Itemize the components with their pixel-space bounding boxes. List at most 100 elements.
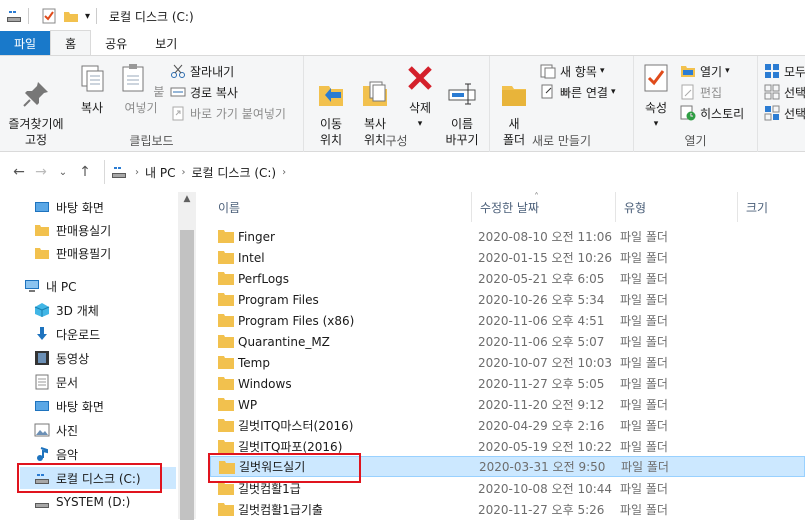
drive-icon (7, 11, 21, 22)
delete-icon (408, 66, 432, 90)
nav-item-folder[interactable]: 판매용필기 (34, 242, 111, 264)
music-icon (37, 447, 48, 461)
file-type: 파일 폴더 (620, 272, 668, 286)
easy-access-dropdown-icon: ▾ (610, 87, 616, 97)
edit-button[interactable]: 편집 (680, 83, 722, 101)
nav-item-folder[interactable]: 판매용실기 (34, 219, 111, 241)
breadcrumb-this-pc[interactable]: 내 PC (139, 164, 181, 181)
file-date: 2020-10-07 오전 10:03 (478, 356, 613, 370)
file-type: 파일 폴더 (620, 314, 668, 328)
scrollbar-thumb[interactable] (180, 230, 194, 520)
folder-icon (218, 335, 234, 348)
cut-button[interactable]: 잘라내기 (170, 62, 234, 80)
new-item-dropdown-icon: ▾ (599, 66, 605, 76)
nav-item-music[interactable]: 음악 (34, 443, 78, 465)
table-row[interactable]: Quarantine_MZ 2020-11-06 오후 5:07 파일 폴더 (210, 331, 805, 352)
table-row[interactable]: WP 2020-11-20 오전 9:12 파일 폴더 (210, 394, 805, 415)
recent-locations-icon[interactable]: ⌄ (52, 167, 74, 178)
easy-access-button[interactable]: 빠른 연결 ▾ (540, 83, 616, 101)
chevron-right-icon[interactable]: › (282, 167, 286, 178)
open-group-label: 열기 (684, 134, 707, 148)
nav-item-desktop[interactable]: 바탕 화면 (34, 395, 104, 417)
table-row[interactable]: Windows 2020-11-27 오후 5:05 파일 폴더 (210, 373, 805, 394)
nav-item-this-pc[interactable]: 내 PC (24, 275, 76, 297)
highlight-box (17, 463, 162, 493)
select-none-button[interactable]: 선택 (764, 83, 805, 101)
open-dropdown-icon: ▾ (725, 66, 730, 76)
new-item-button[interactable]: 새 항목 ▾ (540, 62, 604, 80)
breadcrumb-local-disk[interactable]: 로컬 디스크 (C:) (185, 164, 282, 181)
table-row[interactable]: Temp 2020-10-07 오전 10:03 파일 폴더 (210, 352, 805, 373)
table-row[interactable]: Intel 2020-01-15 오전 10:26 파일 폴더 (210, 247, 805, 268)
table-row[interactable]: PerfLogs 2020-05-21 오후 6:05 파일 폴더 (210, 268, 805, 289)
nav-item-videos[interactable]: 동영상 (34, 347, 89, 369)
folder-icon (218, 356, 234, 369)
paste-shortcut-icon (172, 106, 184, 121)
nav-item-pictures[interactable]: 사진 (34, 419, 78, 441)
column-header-type[interactable]: 유형 (616, 192, 738, 222)
up-icon[interactable]: ↑ (74, 164, 96, 180)
file-type: 파일 폴더 (620, 482, 668, 496)
paste-button[interactable]: 붙여넣기 (114, 62, 168, 116)
delete-button[interactable]: 삭제 ▾ (402, 62, 438, 132)
tab-share[interactable]: 공유 (91, 31, 141, 55)
divider (96, 8, 98, 24)
navigation-scrollbar[interactable]: ▲ (178, 192, 196, 520)
folder-icon (218, 398, 234, 411)
file-date: 2020-05-19 오전 10:22 (478, 440, 613, 454)
organize-group-label: 구성 (385, 134, 408, 148)
scroll-up-icon[interactable]: ▲ (178, 194, 196, 204)
folder-icon (218, 251, 234, 264)
nav-label: 문서 (56, 375, 79, 390)
table-row[interactable]: 길벗ITQ마스터(2016) 2020-04-29 오후 2:16 파일 폴더 (210, 415, 805, 436)
nav-label: SYSTEM (D:) (56, 495, 131, 509)
select-group: 모두 선택 선택 (758, 56, 805, 152)
paste-shortcut-button[interactable]: 바로 가기 붙여넣기 (170, 104, 286, 122)
nav-item-system-drive[interactable]: SYSTEM (D:) (34, 491, 130, 513)
select-all-label: 모두 (784, 64, 805, 79)
nav-item-3d-objects[interactable]: 3D 개체 (34, 299, 99, 321)
properties-quick-icon[interactable] (41, 8, 57, 24)
file-type: 파일 폴더 (620, 440, 668, 454)
properties-dropdown-icon[interactable]: ▾ (638, 116, 674, 132)
properties-button[interactable]: 속성 ▾ (638, 62, 674, 132)
history-button[interactable]: 히스토리 (680, 104, 744, 122)
tab-home[interactable]: 홈 (50, 30, 92, 55)
divider (28, 8, 29, 24)
address-bar[interactable]: › 내 PC › 로컬 디스크 (C:) › (104, 160, 805, 184)
column-header-size[interactable]: 크기 (738, 192, 805, 222)
nav-label: 바탕 화면 (56, 399, 104, 414)
file-type: 파일 폴더 (621, 460, 669, 474)
document-icon (35, 374, 49, 390)
tab-file[interactable]: 파일 (0, 31, 51, 55)
table-row[interactable]: 길벗컴활1급기출 2020-11-27 오후 5:26 파일 폴더 (210, 499, 805, 520)
open-button[interactable]: 열기 ▾ (680, 62, 730, 80)
invert-selection-button[interactable]: 선택 (764, 104, 805, 122)
column-header-date[interactable]: 수정한 날짜 (472, 192, 616, 222)
copy-button[interactable]: 복사 (72, 62, 112, 116)
copy-path-button[interactable]: 경로 복사 (170, 83, 238, 101)
back-icon[interactable]: ← (8, 164, 30, 180)
forward-icon[interactable]: → (30, 164, 52, 180)
file-name: PerfLogs (238, 271, 290, 286)
file-type: 파일 폴더 (620, 230, 668, 244)
table-row[interactable]: Program Files 2020-10-26 오후 5:34 파일 폴더 (210, 289, 805, 310)
folder-icon (218, 503, 234, 516)
new-folder-quick-icon[interactable] (63, 8, 79, 24)
new-item-label: 새 항목 (560, 64, 597, 79)
nav-item-desktop[interactable]: 바탕 화면 (34, 196, 104, 218)
table-row[interactable]: Finger 2020-08-10 오전 11:06 파일 폴더 (210, 226, 805, 247)
nav-item-downloads[interactable]: 다운로드 (34, 323, 100, 345)
highlight-box (208, 453, 361, 483)
nav-item-documents[interactable]: 문서 (34, 371, 78, 393)
file-type: 파일 폴더 (620, 251, 668, 265)
paste-shortcut-label: 바로 가기 붙여넣기 (190, 106, 286, 121)
column-header-name[interactable]: 이름 (210, 192, 472, 222)
file-type: 파일 폴더 (620, 503, 668, 517)
copy-to-icon (363, 81, 387, 106)
tab-view[interactable]: 보기 (141, 31, 191, 55)
customize-quick-access-icon[interactable]: ▾ (85, 11, 90, 22)
delete-dropdown-icon[interactable]: ▾ (402, 116, 438, 132)
select-all-button[interactable]: 모두 (764, 62, 805, 80)
table-row[interactable]: Program Files (x86) 2020-11-06 오후 4:51 파… (210, 310, 805, 331)
